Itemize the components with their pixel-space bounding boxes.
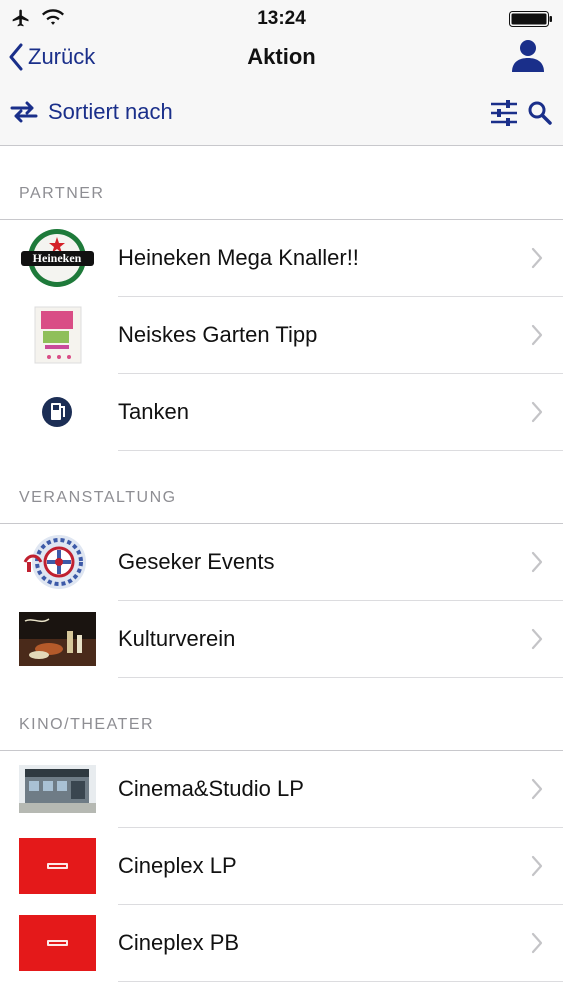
chevron-right-icon: [531, 324, 543, 346]
navigation-bar: Zurück Aktion: [0, 36, 563, 78]
section-header-label: PARTNER: [19, 185, 105, 202]
list-item-label: Heineken Mega Knaller!!: [118, 245, 359, 270]
status-time: 13:24: [257, 8, 306, 29]
fuel-pump-icon: [19, 382, 96, 442]
geseker-events-logo: [19, 532, 96, 592]
list-item-cineplex-lp[interactable]: Cineplex LP: [0, 828, 563, 905]
cinema-building-photo: [19, 759, 96, 819]
list-item-neiskes[interactable]: Neiskes Garten Tipp: [0, 297, 563, 374]
heineken-logo: Heineken: [19, 228, 96, 288]
chevron-right-icon: [531, 932, 543, 954]
chevron-right-icon: [531, 401, 543, 423]
cineplex-logo: [19, 913, 96, 973]
chevron-right-icon: [531, 778, 543, 800]
status-bar: 13:24: [0, 0, 563, 36]
filter-sliders-icon[interactable]: [489, 100, 519, 126]
chevron-right-icon: [531, 628, 543, 650]
section-header-label: KINO/THEATER: [19, 716, 155, 733]
list-item-label: Geseker Events: [118, 549, 275, 574]
list-item-label: Cineplex PB: [118, 930, 240, 955]
list-item-label: Tanken: [118, 399, 189, 424]
list-item-tanken[interactable]: Tanken: [0, 374, 563, 451]
list-item-label: Cinema&Studio LP: [118, 776, 304, 801]
list-item-heineken[interactable]: Heineken Heineken Mega Knaller!!: [0, 220, 563, 297]
page-title: Aktion: [247, 44, 316, 69]
sort-button[interactable]: Sortiert nach: [10, 96, 173, 128]
battery-icon: [509, 11, 552, 27]
chevron-right-icon: [531, 247, 543, 269]
list-item-geseker-events[interactable]: Geseker Events: [0, 524, 563, 601]
kulturverein-photo: [19, 609, 96, 669]
toolbar: Sortiert nach: [0, 78, 563, 146]
list-item-label: Cineplex LP: [118, 853, 237, 878]
list-item-label: Neiskes Garten Tipp: [118, 322, 318, 347]
sort-button-label: Sortiert nach: [48, 99, 173, 124]
chevron-right-icon: [531, 855, 543, 877]
list-item-label: Kulturverein: [118, 626, 236, 651]
garden-tip-thumbnail: [19, 305, 96, 365]
section-header-kino-theater: KINO/THEATER: [0, 678, 563, 751]
offer-list: PARTNER Heineken Heineken Mega Knaller!!…: [0, 147, 563, 982]
svg-text:Heineken: Heineken: [33, 251, 82, 265]
section-header-veranstaltung: VERANSTALTUNG: [0, 451, 563, 524]
list-item-kulturverein[interactable]: Kulturverein: [0, 601, 563, 678]
person-icon[interactable]: [511, 38, 545, 74]
section-header-partner: PARTNER: [0, 147, 563, 220]
section-header-label: VERANSTALTUNG: [19, 489, 177, 506]
search-icon[interactable]: [527, 100, 553, 126]
list-item-cineplex-pb[interactable]: Cineplex PB: [0, 905, 563, 982]
chevron-right-icon: [531, 551, 543, 573]
list-item-cinema-studio[interactable]: Cinema&Studio LP: [0, 751, 563, 828]
sort-arrows-icon: [10, 101, 38, 123]
cineplex-logo: [19, 836, 96, 896]
